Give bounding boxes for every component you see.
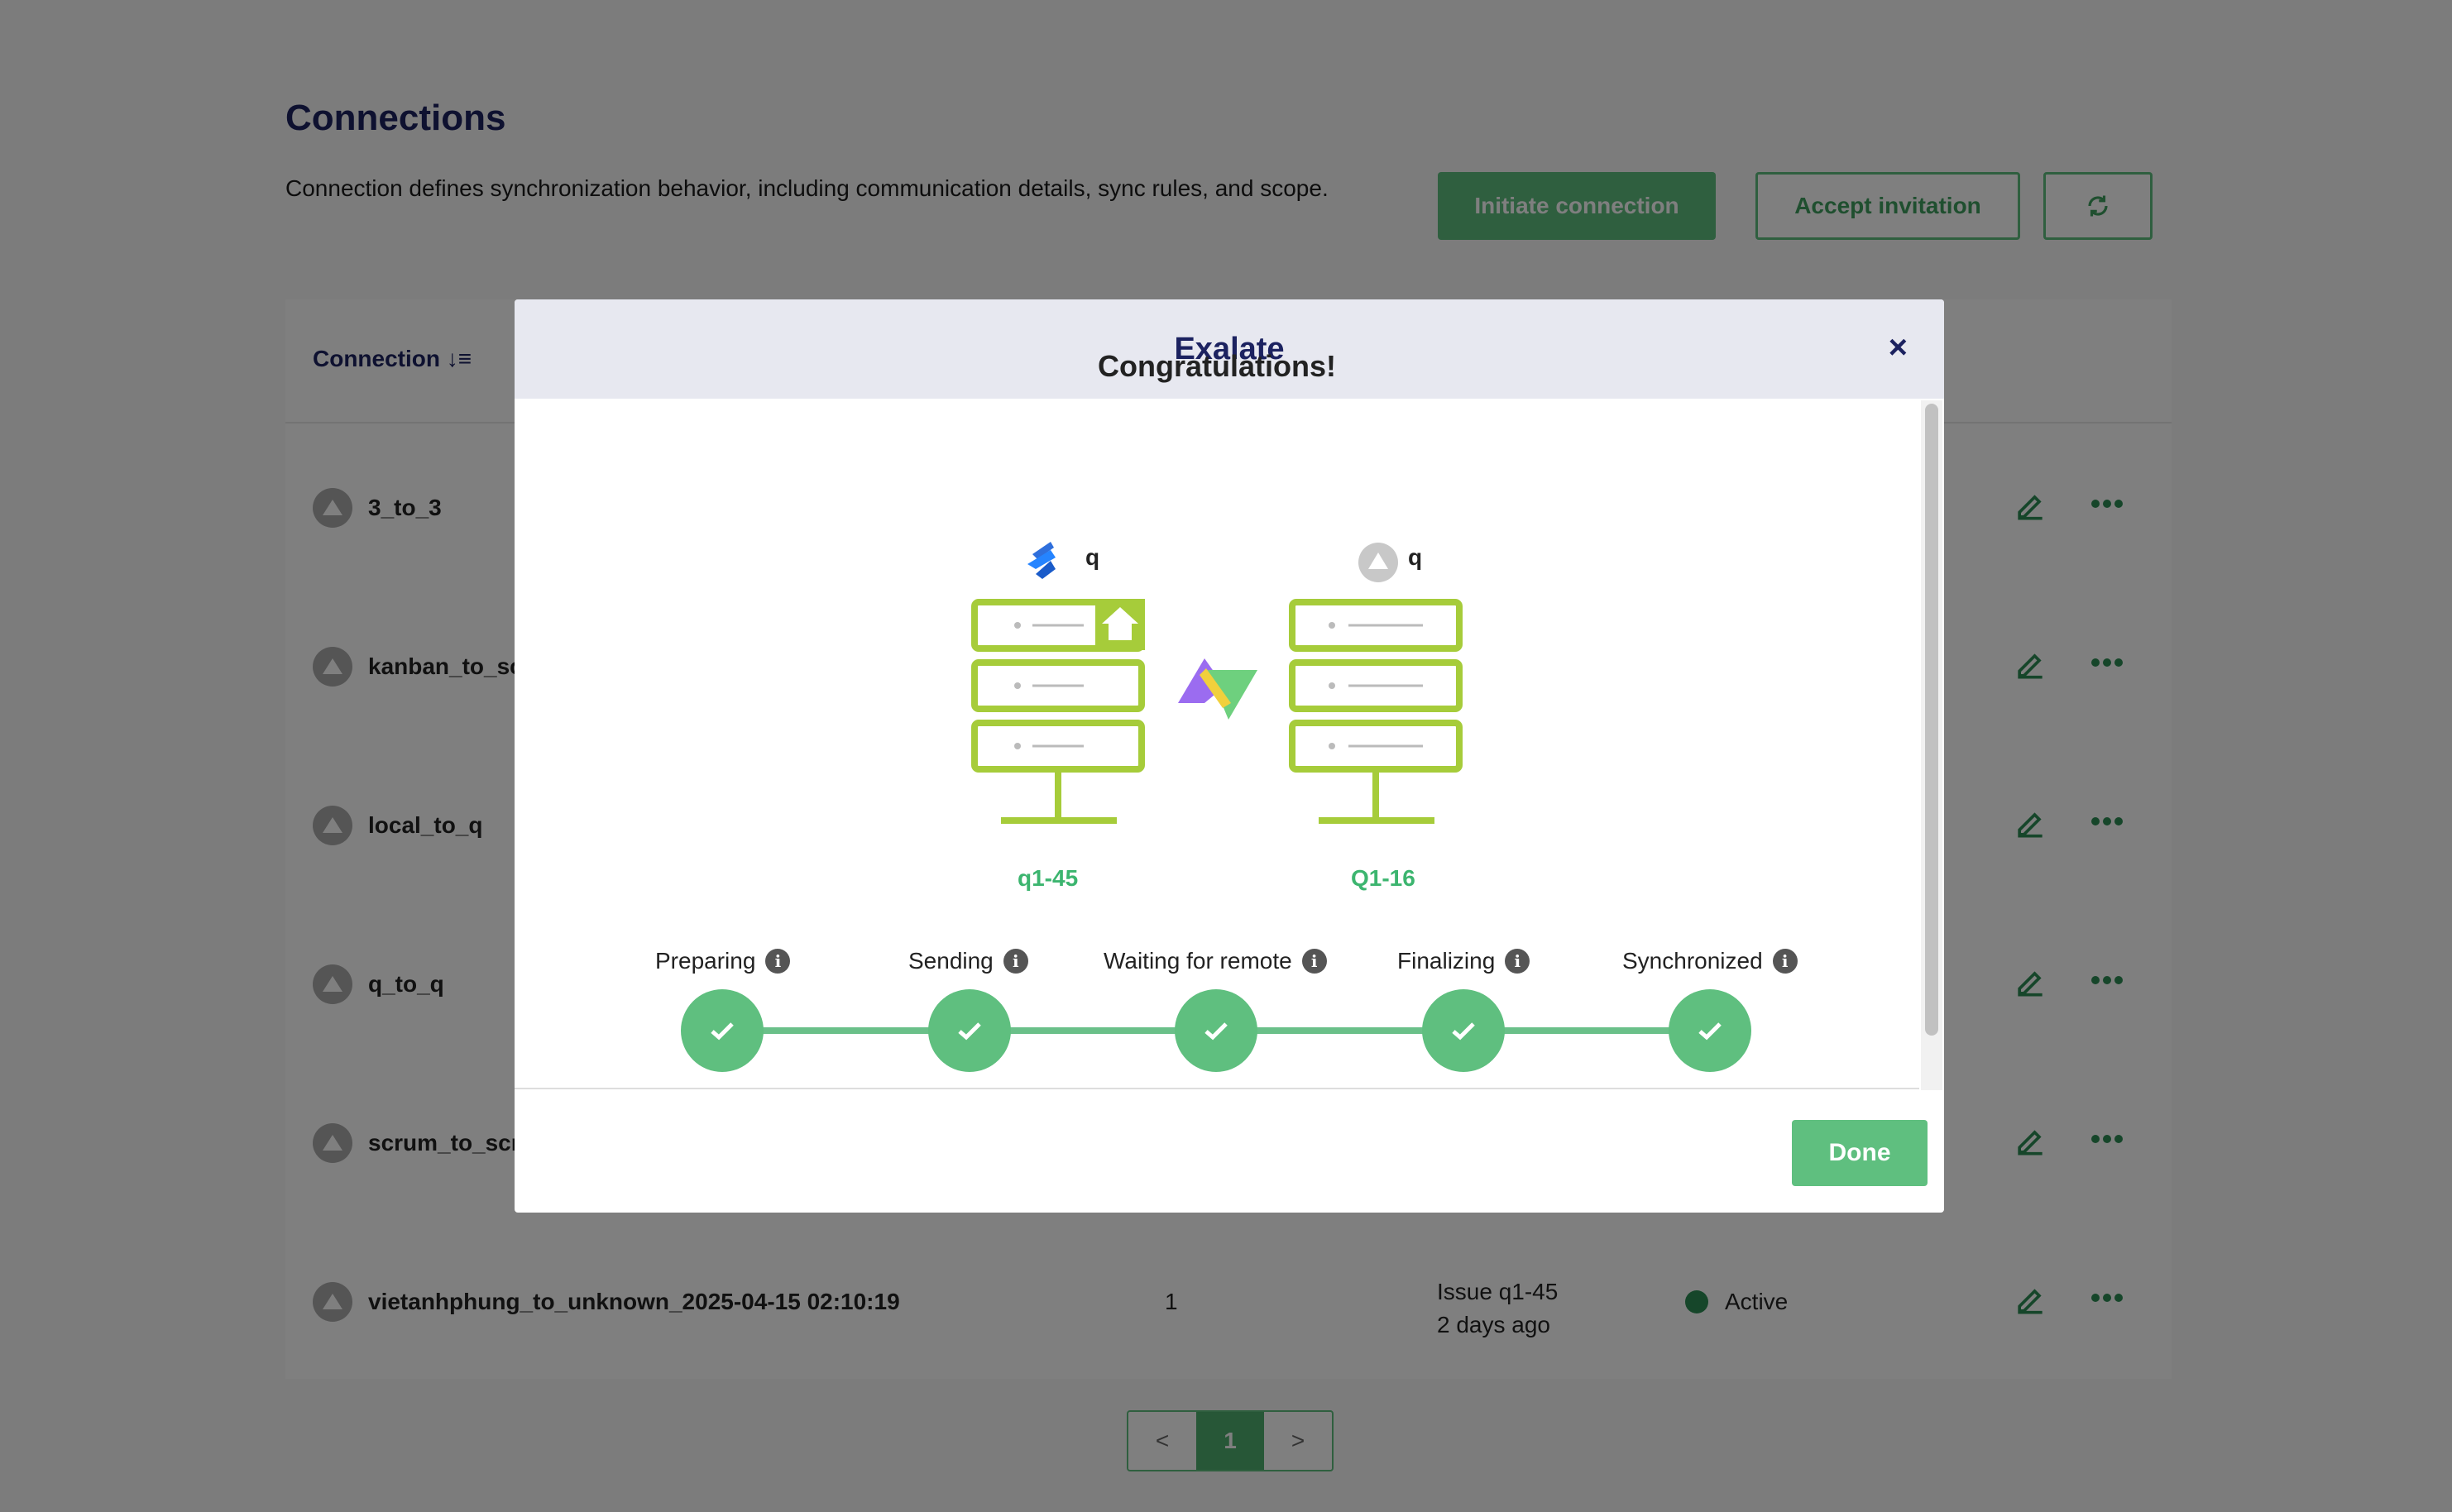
step-label-finalizing: Finalizing i <box>1397 948 1530 974</box>
step-check-preparing <box>681 989 764 1072</box>
step-check-finalizing <box>1422 989 1505 1072</box>
check-icon <box>1452 1022 1475 1041</box>
info-icon[interactable]: i <box>1772 949 1798 974</box>
check-icon <box>958 1022 981 1041</box>
step-label-preparing: Preparing i <box>655 948 791 974</box>
step-text: Sending <box>908 948 994 974</box>
congratulations-heading: Congratulations! <box>1098 349 1336 383</box>
step-check-waiting <box>1175 989 1257 1072</box>
done-button[interactable]: Done <box>1792 1120 1928 1186</box>
left-issue-link[interactable]: q1-45 <box>1018 865 1078 892</box>
exalate-node-icon <box>1358 543 1398 582</box>
right-server-icon <box>1289 599 1463 824</box>
step-text: Finalizing <box>1397 948 1496 974</box>
modal-scrollbar[interactable] <box>1921 400 1942 1090</box>
info-icon[interactable]: i <box>1505 949 1530 974</box>
step-label-synchronized: Synchronized i <box>1622 948 1798 974</box>
info-icon[interactable]: i <box>1301 949 1327 974</box>
right-issue-link[interactable]: Q1-16 <box>1351 865 1415 892</box>
step-text: Waiting for remote <box>1104 948 1292 974</box>
step-check-synchronized <box>1669 989 1751 1072</box>
info-icon[interactable]: i <box>1003 949 1028 974</box>
jira-logo-icon <box>1027 542 1056 579</box>
check-icon <box>711 1022 734 1041</box>
servers-illustration <box>971 542 1463 824</box>
step-label-waiting: Waiting for remote i <box>1104 948 1327 974</box>
exalate-logo-icon <box>1178 658 1257 720</box>
modal-footer: Done <box>515 1115 1944 1213</box>
step-text: Preparing <box>655 948 756 974</box>
step-label-sending: Sending i <box>908 948 1028 974</box>
step-text: Synchronized <box>1622 948 1763 974</box>
check-icon <box>1204 1022 1228 1041</box>
left-instance-name: q <box>1085 544 1100 570</box>
scrollbar-thumb[interactable] <box>1925 404 1938 1036</box>
step-check-sending <box>928 989 1011 1072</box>
check-icon <box>1698 1022 1722 1041</box>
right-instance-name: q <box>1408 544 1423 570</box>
info-icon[interactable]: i <box>765 949 791 974</box>
